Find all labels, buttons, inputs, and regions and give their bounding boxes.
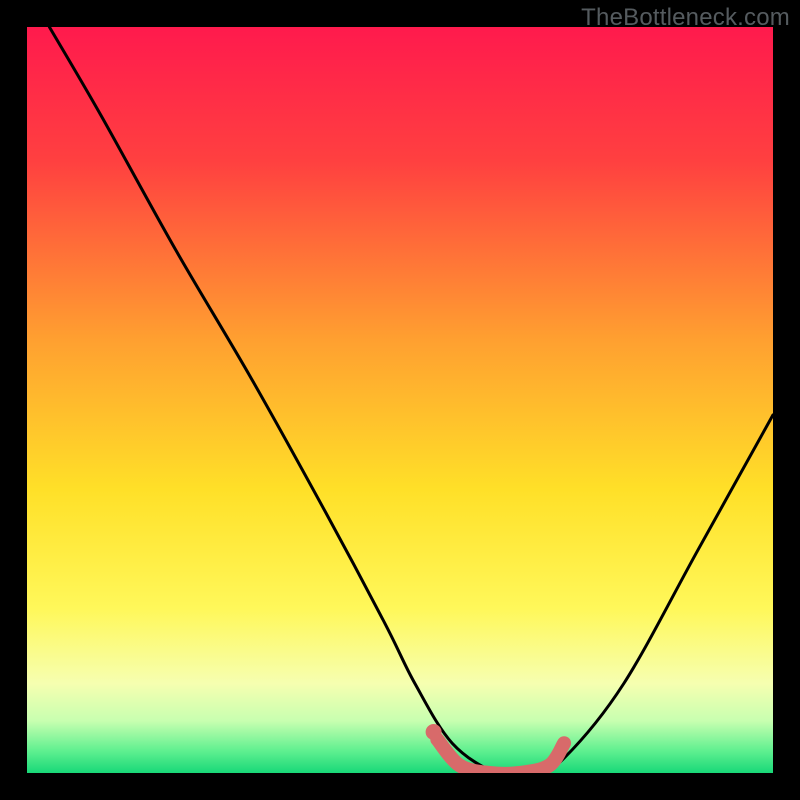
- watermark-text: TheBottleneck.com: [581, 4, 790, 32]
- optimal-zone-dot: [426, 724, 442, 740]
- bottleneck-chart: [27, 27, 773, 773]
- chart-gradient-bg: [27, 27, 773, 773]
- chart-frame: [27, 27, 773, 773]
